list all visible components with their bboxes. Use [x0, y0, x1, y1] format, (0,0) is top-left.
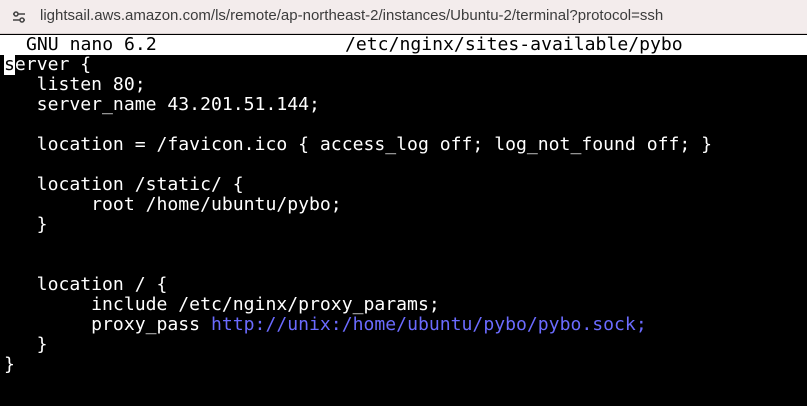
editor-line: server { — [0, 54, 807, 75]
site-settings-icon[interactable] — [10, 8, 28, 26]
address-bar[interactable]: lightsail.aws.amazon.com/ls/remote/ap-no… — [0, 0, 807, 34]
editor-line: location = /favicon.ico { access_log off… — [0, 135, 807, 155]
editor-line: server_name 43.201.51.144; — [0, 95, 807, 115]
editor-line: proxy_pass http://unix:/home/ubuntu/pybo… — [0, 315, 807, 335]
line-text: root /home/ubuntu/pybo; — [4, 194, 342, 215]
editor-line: location /static/ { — [0, 175, 807, 195]
editor-buffer[interactable]: server { listen 80; server_name 43.201.5… — [0, 54, 807, 375]
line-text: } — [4, 334, 48, 355]
nano-filename: /etc/nginx/sites-available/pybo — [345, 34, 683, 55]
editor-line: } — [0, 215, 807, 235]
line-text: proxy_pass — [4, 314, 211, 335]
nano-version: GNU nano 6.2 — [26, 34, 157, 55]
line-text: location = /favicon.ico { access_log off… — [4, 134, 713, 155]
editor-line: } — [0, 335, 807, 355]
line-text: include /etc/nginx/proxy_params; — [4, 294, 440, 315]
nano-title-bar: GNU nano 6.2 /etc/nginx/sites-available/… — [0, 35, 807, 55]
line-text: } — [4, 214, 48, 235]
line-text: location /static/ { — [4, 174, 244, 195]
editor-line: root /home/ubuntu/pybo; — [0, 195, 807, 215]
url-text[interactable]: lightsail.aws.amazon.com/ls/remote/ap-no… — [40, 7, 663, 24]
editor-line: } — [0, 355, 807, 375]
terminal[interactable]: GNU nano 6.2 /etc/nginx/sites-available/… — [0, 35, 807, 406]
editor-line: listen 80; — [0, 75, 807, 95]
proxy-url: http://unix:/home/ubuntu/pybo/pybo.sock; — [210, 314, 647, 335]
line-text: server_name 43.201.51.144; — [4, 94, 320, 115]
line-text: location / { — [4, 274, 168, 295]
editor-line: include /etc/nginx/proxy_params; — [0, 295, 807, 315]
editor-line: location / { — [0, 275, 807, 295]
line-text: } — [4, 354, 15, 375]
